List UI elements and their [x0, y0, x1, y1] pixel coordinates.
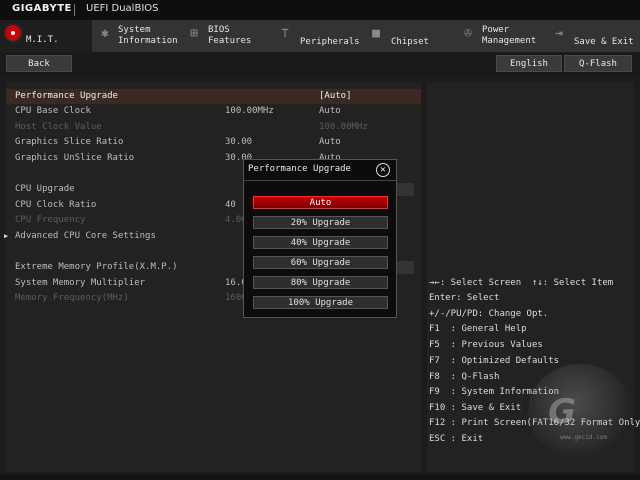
- mit-red-dot-icon: [6, 26, 20, 40]
- setting-label: Host Clock Value: [15, 122, 102, 132]
- product-name: UEFI DualBIOS: [86, 3, 159, 14]
- tab-bios-features[interactable]: ⊞ BIOS Features: [181, 20, 273, 52]
- help-line: Enter: Select: [429, 293, 500, 303]
- bios-icon: ⊞: [190, 26, 198, 41]
- peripherals-icon: ⊤: [281, 26, 289, 41]
- setting-label: Extreme Memory Profile(X.M.P.): [15, 262, 178, 272]
- watermark-logo: [528, 364, 633, 460]
- setting-current: 100.00MHz: [225, 106, 274, 116]
- chip-icon: ■: [372, 26, 380, 41]
- title-bar: GIGABYTE UEFI DualBIOS: [0, 0, 640, 20]
- setting-label: CPU Upgrade: [15, 184, 75, 194]
- option-80-upgrade[interactable]: 80% Upgrade: [253, 276, 388, 289]
- language-button[interactable]: English: [496, 55, 562, 72]
- option-20-upgrade[interactable]: 20% Upgrade: [253, 216, 388, 229]
- tab-power-management[interactable]: ✇ Power Management: [455, 20, 547, 52]
- tab-system-information[interactable]: ✱ System Information: [92, 20, 182, 52]
- submenu-arrow-icon: ▶: [4, 232, 9, 240]
- bottom-bar: [0, 474, 640, 480]
- watermark-url: www.gecid.com: [560, 434, 607, 441]
- help-line: →←: Select Screen ↑↓: Select Item: [429, 278, 614, 288]
- setting-row-cpu-base-clock[interactable]: CPU Base Clock 100.00MHz Auto: [6, 104, 421, 119]
- performance-upgrade-dialog: Performance Upgrade ✕ Auto 20% Upgrade 4…: [243, 159, 397, 318]
- close-icon[interactable]: ✕: [376, 163, 390, 177]
- help-line: F8 : Q-Flash: [429, 372, 500, 382]
- tab-peripherals-label: Peripherals: [300, 37, 360, 47]
- dialog-title: Performance Upgrade: [248, 164, 351, 174]
- tab-save-exit-label: Save & Exit: [574, 37, 634, 47]
- tab-chipset-label: Chipset: [391, 37, 429, 47]
- setting-label: Graphics UnSlice Ratio: [15, 153, 135, 163]
- tab-mit-label: M.I.T.: [26, 35, 59, 45]
- setting-label: Advanced CPU Core Settings: [15, 231, 156, 241]
- watermark-text: G: [548, 392, 576, 432]
- main-nav: M.I.T. ✱ System Information ⊞ BIOS Featu…: [0, 20, 640, 52]
- exit-icon: ⇥: [555, 26, 563, 41]
- option-100-upgrade[interactable]: 100% Upgrade: [253, 296, 388, 309]
- setting-label: CPU Base Clock: [15, 106, 91, 116]
- help-line: F10 : Save & Exit: [429, 403, 522, 413]
- tab-mit[interactable]: M.I.T.: [0, 20, 93, 52]
- option-auto[interactable]: Auto: [253, 196, 388, 209]
- brand-logo: GIGABYTE: [12, 3, 72, 14]
- setting-value: 100.00MHz: [319, 122, 368, 132]
- setting-label: System Memory Multiplier: [15, 278, 146, 288]
- setting-row-graphics-slice-ratio[interactable]: Graphics Slice Ratio 30.00 Auto: [6, 135, 421, 150]
- setting-label: CPU Frequency: [15, 215, 86, 225]
- setting-value: [Auto]: [319, 91, 352, 101]
- setting-value: Auto: [319, 137, 341, 147]
- help-line: F5 : Previous Values: [429, 340, 543, 350]
- help-line: F7 : Optimized Defaults: [429, 356, 560, 366]
- tab-power-management-label: Power Management: [482, 25, 537, 46]
- title-divider: [74, 4, 75, 16]
- tab-chipset[interactable]: ■ Chipset: [363, 20, 456, 52]
- option-40-upgrade[interactable]: 40% Upgrade: [253, 236, 388, 249]
- setting-current: 40: [225, 200, 236, 210]
- dialog-titlebar: Performance Upgrade ✕: [244, 160, 396, 181]
- qflash-button[interactable]: Q-Flash: [564, 55, 632, 72]
- gear-icon: ✱: [101, 26, 109, 41]
- setting-row-performance-upgrade[interactable]: Performance Upgrade [Auto]: [6, 89, 421, 104]
- tab-peripherals[interactable]: ⊤ Peripherals: [272, 20, 364, 52]
- option-60-upgrade[interactable]: 60% Upgrade: [253, 256, 388, 269]
- setting-label: CPU Clock Ratio: [15, 200, 97, 210]
- tab-save-exit[interactable]: ⇥ Save & Exit: [546, 20, 640, 52]
- setting-value: Auto: [319, 106, 341, 116]
- setting-label: Graphics Slice Ratio: [15, 137, 124, 147]
- power-icon: ✇: [464, 26, 472, 41]
- setting-label: Memory Frequency(MHz): [15, 293, 129, 303]
- help-line: F1 : General Help: [429, 324, 527, 334]
- setting-label: Performance Upgrade: [15, 91, 118, 101]
- help-line: ESC : Exit: [429, 434, 484, 444]
- setting-current: 30.00: [225, 137, 253, 147]
- help-line: +/-/PU/PD: Change Opt.: [429, 309, 549, 319]
- setting-row-host-clock-value: Host Clock Value 100.00MHz: [6, 120, 421, 135]
- tab-bios-features-label: BIOS Features: [208, 25, 252, 46]
- back-button[interactable]: Back: [6, 55, 72, 72]
- tab-system-information-label: System Information: [118, 25, 178, 46]
